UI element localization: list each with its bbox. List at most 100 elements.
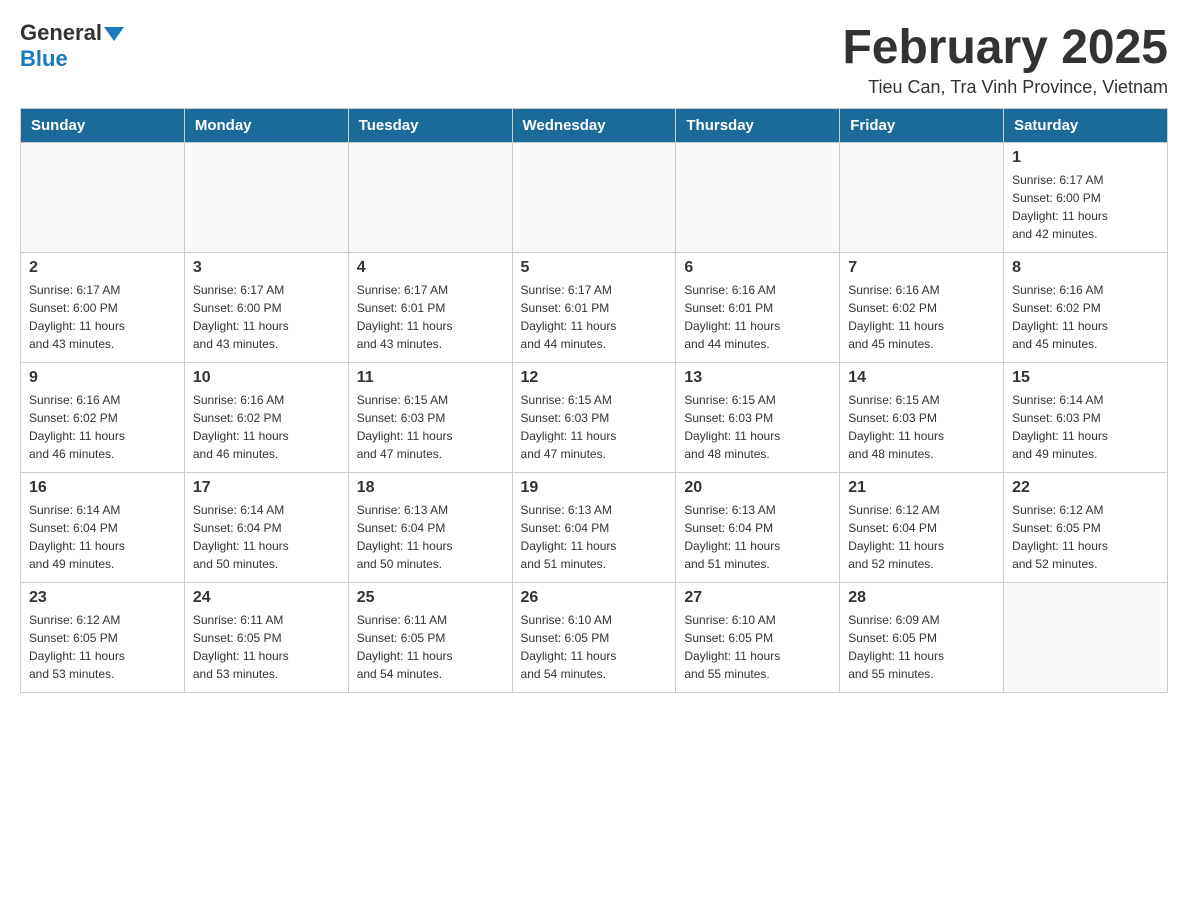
calendar-cell: 1 Sunrise: 6:17 AMSunset: 6:00 PMDaylight… <box>1004 143 1168 253</box>
day-number: 16 <box>29 479 176 497</box>
calendar-cell: 19 Sunrise: 6:13 AMSunset: 6:04 PMDayligh… <box>512 473 676 583</box>
calendar-cell: 3 Sunrise: 6:17 AMSunset: 6:00 PMDaylight… <box>184 253 348 363</box>
day-number: 26 <box>521 589 668 607</box>
calendar-cell: 24 Sunrise: 6:11 AMSunset: 6:05 PMDayligh… <box>184 583 348 693</box>
day-number: 1 <box>1012 149 1159 167</box>
day-info: Sunrise: 6:10 AMSunset: 6:05 PMDaylight:… <box>521 611 668 683</box>
calendar-cell: 14 Sunrise: 6:15 AMSunset: 6:03 PMDayligh… <box>840 363 1004 473</box>
calendar-cell: 6 Sunrise: 6:16 AMSunset: 6:01 PMDaylight… <box>676 253 840 363</box>
calendar-cell: 10 Sunrise: 6:16 AMSunset: 6:02 PMDayligh… <box>184 363 348 473</box>
calendar-cell <box>512 143 676 253</box>
day-info: Sunrise: 6:11 AMSunset: 6:05 PMDaylight:… <box>193 611 340 683</box>
day-info: Sunrise: 6:12 AMSunset: 6:04 PMDaylight:… <box>848 501 995 573</box>
calendar-cell: 23Sunrise: 6:12 AMSunset: 6:05 PMDayligh… <box>21 583 185 693</box>
day-info: Sunrise: 6:15 AMSunset: 6:03 PMDaylight:… <box>684 391 831 463</box>
day-info: Sunrise: 6:16 AMSunset: 6:02 PMDaylight:… <box>29 391 176 463</box>
header-sunday: Sunday <box>21 109 185 143</box>
day-number: 10 <box>193 369 340 387</box>
day-info: Sunrise: 6:15 AMSunset: 6:03 PMDaylight:… <box>848 391 995 463</box>
calendar-cell: 13 Sunrise: 6:15 AMSunset: 6:03 PMDayligh… <box>676 363 840 473</box>
page-header: General Blue February 2025 Tieu Can, Tra… <box>20 20 1168 98</box>
calendar-cell <box>1004 583 1168 693</box>
day-number: 25 <box>357 589 504 607</box>
day-info: Sunrise: 6:12 AMSunset: 6:05 PMDaylight:… <box>1012 501 1159 573</box>
day-info: Sunrise: 6:17 AMSunset: 6:00 PMDaylight:… <box>29 281 176 353</box>
header-friday: Friday <box>840 109 1004 143</box>
day-number: 7 <box>848 259 995 277</box>
day-info: Sunrise: 6:16 AMSunset: 6:01 PMDaylight:… <box>684 281 831 353</box>
calendar-cell <box>348 143 512 253</box>
calendar-cell: 15 Sunrise: 6:14 AMSunset: 6:03 PMDayligh… <box>1004 363 1168 473</box>
day-number: 21 <box>848 479 995 497</box>
title-section: February 2025 Tieu Can, Tra Vinh Provinc… <box>842 20 1168 98</box>
day-number: 27 <box>684 589 831 607</box>
day-info: Sunrise: 6:14 AMSunset: 6:04 PMDaylight:… <box>29 501 176 573</box>
day-info: Sunrise: 6:16 AMSunset: 6:02 PMDaylight:… <box>848 281 995 353</box>
day-number: 22 <box>1012 479 1159 497</box>
week-row-4: 16 Sunrise: 6:14 AMSunset: 6:04 PMDayligh… <box>21 473 1168 583</box>
calendar-cell: 25 Sunrise: 6:11 AMSunset: 6:05 PMDayligh… <box>348 583 512 693</box>
day-info: Sunrise: 6:14 AMSunset: 6:04 PMDaylight:… <box>193 501 340 573</box>
calendar-cell: 16 Sunrise: 6:14 AMSunset: 6:04 PMDayligh… <box>21 473 185 583</box>
calendar-cell: 9 Sunrise: 6:16 AMSunset: 6:02 PMDaylight… <box>21 363 185 473</box>
logo-triangle-icon <box>104 27 124 41</box>
day-number: 11 <box>357 369 504 387</box>
day-info: Sunrise: 6:16 AMSunset: 6:02 PMDaylight:… <box>193 391 340 463</box>
logo-general-text: General <box>20 20 102 46</box>
day-number: 4 <box>357 259 504 277</box>
day-info: Sunrise: 6:13 AMSunset: 6:04 PMDaylight:… <box>521 501 668 573</box>
day-info: Sunrise: 6:13 AMSunset: 6:04 PMDaylight:… <box>684 501 831 573</box>
day-info: Sunrise: 6:17 AMSunset: 6:00 PMDaylight:… <box>193 281 340 353</box>
day-info: Sunrise: 6:13 AMSunset: 6:04 PMDaylight:… <box>357 501 504 573</box>
calendar-header-row: SundayMondayTuesdayWednesdayThursdayFrid… <box>21 109 1168 143</box>
day-info: Sunrise: 6:11 AMSunset: 6:05 PMDaylight:… <box>357 611 504 683</box>
day-info: Sunrise: 6:15 AMSunset: 6:03 PMDaylight:… <box>357 391 504 463</box>
calendar-table: SundayMondayTuesdayWednesdayThursdayFrid… <box>20 108 1168 693</box>
day-number: 19 <box>521 479 668 497</box>
day-number: 17 <box>193 479 340 497</box>
calendar-cell <box>21 143 185 253</box>
calendar-cell: 8Sunrise: 6:16 AMSunset: 6:02 PMDaylight… <box>1004 253 1168 363</box>
day-number: 24 <box>193 589 340 607</box>
day-info: Sunrise: 6:10 AMSunset: 6:05 PMDaylight:… <box>684 611 831 683</box>
week-row-2: 2 Sunrise: 6:17 AMSunset: 6:00 PMDaylight… <box>21 253 1168 363</box>
calendar-cell: 5Sunrise: 6:17 AMSunset: 6:01 PMDaylight… <box>512 253 676 363</box>
day-number: 13 <box>684 369 831 387</box>
day-number: 28 <box>848 589 995 607</box>
calendar-cell <box>184 143 348 253</box>
location-subtitle: Tieu Can, Tra Vinh Province, Vietnam <box>842 77 1168 98</box>
header-thursday: Thursday <box>676 109 840 143</box>
week-row-1: 1 Sunrise: 6:17 AMSunset: 6:00 PMDaylight… <box>21 143 1168 253</box>
header-saturday: Saturday <box>1004 109 1168 143</box>
day-info: Sunrise: 6:12 AMSunset: 6:05 PMDaylight:… <box>29 611 176 683</box>
day-number: 14 <box>848 369 995 387</box>
day-info: Sunrise: 6:16 AMSunset: 6:02 PMDaylight:… <box>1012 281 1159 353</box>
header-monday: Monday <box>184 109 348 143</box>
day-info: Sunrise: 6:14 AMSunset: 6:03 PMDaylight:… <box>1012 391 1159 463</box>
calendar-cell: 18 Sunrise: 6:13 AMSunset: 6:04 PMDayligh… <box>348 473 512 583</box>
day-number: 2 <box>29 259 176 277</box>
calendar-cell: 12Sunrise: 6:15 AMSunset: 6:03 PMDayligh… <box>512 363 676 473</box>
calendar-cell: 2 Sunrise: 6:17 AMSunset: 6:00 PMDaylight… <box>21 253 185 363</box>
day-number: 3 <box>193 259 340 277</box>
day-info: Sunrise: 6:15 AMSunset: 6:03 PMDaylight:… <box>521 391 668 463</box>
day-info: Sunrise: 6:17 AMSunset: 6:01 PMDaylight:… <box>521 281 668 353</box>
calendar-cell: 26 Sunrise: 6:10 AMSunset: 6:05 PMDayligh… <box>512 583 676 693</box>
day-number: 9 <box>29 369 176 387</box>
calendar-cell: 28 Sunrise: 6:09 AMSunset: 6:05 PMDayligh… <box>840 583 1004 693</box>
day-info: Sunrise: 6:17 AMSunset: 6:00 PMDaylight:… <box>1012 171 1159 243</box>
day-info: Sunrise: 6:09 AMSunset: 6:05 PMDaylight:… <box>848 611 995 683</box>
week-row-3: 9 Sunrise: 6:16 AMSunset: 6:02 PMDaylight… <box>21 363 1168 473</box>
header-tuesday: Tuesday <box>348 109 512 143</box>
calendar-cell: 11 Sunrise: 6:15 AMSunset: 6:03 PMDayligh… <box>348 363 512 473</box>
header-wednesday: Wednesday <box>512 109 676 143</box>
logo-blue-text: Blue <box>20 46 68 72</box>
day-number: 18 <box>357 479 504 497</box>
day-number: 6 <box>684 259 831 277</box>
logo: General Blue <box>20 20 124 72</box>
day-number: 15 <box>1012 369 1159 387</box>
calendar-title: February 2025 <box>842 20 1168 75</box>
calendar-cell: 17 Sunrise: 6:14 AMSunset: 6:04 PMDayligh… <box>184 473 348 583</box>
calendar-cell: 20Sunrise: 6:13 AMSunset: 6:04 PMDayligh… <box>676 473 840 583</box>
calendar-cell <box>840 143 1004 253</box>
